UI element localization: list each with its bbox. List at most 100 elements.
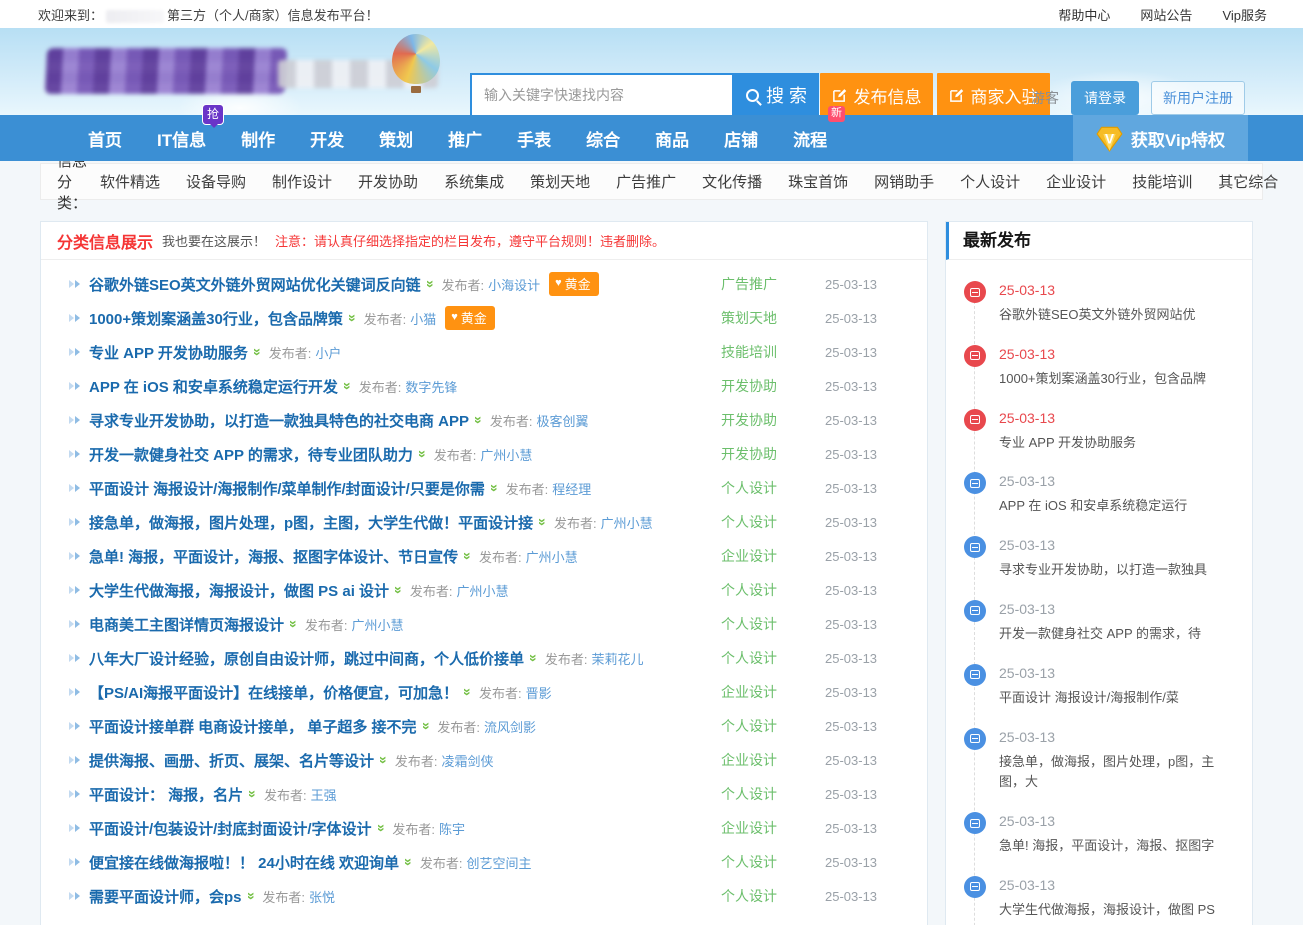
listing-title-link[interactable]: 开发一款健身社交 APP 的需求，待专业团队助力 xyxy=(89,444,413,465)
nav-item[interactable]: 策划 xyxy=(379,126,413,151)
search-input[interactable] xyxy=(470,73,734,117)
site-logo-censored[interactable] xyxy=(46,40,446,100)
category-item[interactable]: 网销助手 xyxy=(874,171,934,192)
topbar-link[interactable]: Vip服务 xyxy=(1222,5,1267,24)
category-item[interactable]: 企业设计 xyxy=(1046,171,1106,192)
category-item[interactable]: 软件精选 xyxy=(100,171,160,192)
category-link[interactable]: 技能培训 xyxy=(721,342,825,362)
latest-item[interactable]: 25-03-13 专业 APP 开发协助服务 xyxy=(964,408,1238,454)
listing-row[interactable]: 开发一款健身社交 APP 的需求，待专业团队助力 发布者: 广州小慧 开发协助 … xyxy=(41,437,927,471)
publisher-link[interactable]: 创艺空间主 xyxy=(466,853,531,872)
listing-title-link[interactable]: 便宜接在线做海报啦！！ 24小时在线 欢迎询单 xyxy=(89,852,399,873)
listing-title-link[interactable]: 八年大厂设计经验，原创自由设计师，跳过中间商，个人低价接单 xyxy=(89,648,524,669)
nav-item[interactable]: 手表 xyxy=(517,126,551,151)
listing-title-link[interactable]: 专业 APP 开发协助服务 xyxy=(89,342,248,363)
listing-row[interactable]: 提供海报、画册、折页、展架、名片等设计 发布者: 凌霜剑侠 企业设计 25-03… xyxy=(41,743,927,777)
category-link[interactable]: 企业设计 xyxy=(721,818,825,838)
listing-row[interactable]: 平面设计： 海报，名片 发布者: 王强 个人设计 25-03-13 xyxy=(41,777,927,811)
publisher-link[interactable]: 数字先锋 xyxy=(405,377,457,396)
listing-row[interactable]: 电商美工主图详情页海报设计 发布者: 广州小慧 个人设计 25-03-13 xyxy=(41,607,927,641)
category-item[interactable]: 珠宝首饰 xyxy=(788,171,848,192)
listing-title-link[interactable]: APP 在 iOS 和安卓系统稳定运行开发 xyxy=(89,376,338,397)
nav-item[interactable]: 首页 xyxy=(88,126,122,151)
category-link[interactable]: 广告推广 xyxy=(721,274,825,294)
category-item[interactable]: 文化传播 xyxy=(702,171,762,192)
search-button[interactable]: 搜 索 xyxy=(734,73,819,117)
publisher-link[interactable]: 晋影 xyxy=(526,683,552,702)
latest-item[interactable]: 25-03-13 平面设计 海报设计/海报制作/菜 xyxy=(964,663,1238,709)
latest-item-text[interactable]: 开发一款健身社交 APP 的需求，待 xyxy=(999,624,1238,645)
latest-item-text[interactable]: 大学生代做海报，海报设计，做图 PS xyxy=(999,900,1238,921)
category-item[interactable]: 设备导购 xyxy=(186,171,246,192)
publisher-link[interactable]: 广州小慧 xyxy=(480,445,532,464)
nav-item[interactable]: 制作 xyxy=(241,126,275,151)
latest-item-text[interactable]: APP 在 iOS 和安卓系统稳定运行 xyxy=(999,496,1238,517)
listing-title-link[interactable]: 需要平面设计师，会ps xyxy=(89,886,242,907)
nav-item[interactable]: IT信息 xyxy=(157,126,206,151)
latest-item[interactable]: 25-03-13 寻求专业开发协助，以打造一款独具 xyxy=(964,535,1238,581)
category-link[interactable]: 个人设计 xyxy=(721,478,825,498)
latest-item-text[interactable]: 专业 APP 开发协助服务 xyxy=(999,433,1238,454)
publisher-link[interactable]: 广州小慧 xyxy=(526,547,578,566)
listing-title-link[interactable]: 平面设计/包装设计/封底封面设计/字体设计 xyxy=(89,818,372,839)
listing-title-link[interactable]: 寻求专业开发协助，以打造一款独具特色的社交电商 APP xyxy=(89,410,469,431)
latest-item[interactable]: 25-03-13 开发一款健身社交 APP 的需求，待 xyxy=(964,599,1238,645)
latest-item-text[interactable]: 谷歌外链SEO英文外链外贸网站优 xyxy=(999,305,1238,326)
category-item[interactable]: 个人设计 xyxy=(960,171,1020,192)
listing-title-link[interactable]: 提供海报、画册、折页、展架、名片等设计 xyxy=(89,750,374,771)
nav-item[interactable]: 综合 xyxy=(586,126,620,151)
category-link[interactable]: 个人设计 xyxy=(721,886,825,906)
topbar-link[interactable]: 网站公告 xyxy=(1140,5,1192,24)
latest-item[interactable]: 25-03-13 APP 在 iOS 和安卓系统稳定运行 xyxy=(964,471,1238,517)
category-link[interactable]: 企业设计 xyxy=(721,682,825,702)
category-item[interactable]: 策划天地 xyxy=(530,171,590,192)
nav-item[interactable]: 推广 xyxy=(448,126,482,151)
category-item[interactable]: 其它综合 xyxy=(1218,171,1278,192)
nav-item[interactable]: 商品 xyxy=(655,126,689,151)
latest-item-text[interactable]: 接急单，做海报，图片处理，p图，主图，大 xyxy=(999,752,1238,794)
listing-row[interactable]: 大学生代做海报，海报设计，做图 PS ai 设计 发布者: 广州小慧 个人设计 … xyxy=(41,573,927,607)
listing-row[interactable]: 八年大厂设计经验，原创自由设计师，跳过中间商，个人低价接单 发布者: 茉莉花儿 … xyxy=(41,641,927,675)
category-link[interactable]: 策划天地 xyxy=(721,308,825,328)
category-link[interactable]: 开发协助 xyxy=(721,444,825,464)
category-item[interactable]: 制作设计 xyxy=(272,171,332,192)
category-item[interactable]: 开发协助 xyxy=(358,171,418,192)
nav-item[interactable]: 开发 xyxy=(310,126,344,151)
category-link[interactable]: 个人设计 xyxy=(721,512,825,532)
publisher-link[interactable]: 陈宇 xyxy=(439,819,465,838)
category-link[interactable]: 个人设计 xyxy=(721,614,825,634)
listing-title-link[interactable]: 【PS/AI海报平面设计】在线接单，价格便宜，可加急！ xyxy=(89,682,458,703)
nav-item[interactable]: 流程 xyxy=(793,126,827,151)
category-link[interactable]: 企业设计 xyxy=(721,546,825,566)
category-item[interactable]: 技能培训 xyxy=(1132,171,1192,192)
listing-title-link[interactable]: 电商美工主图详情页海报设计 xyxy=(89,614,284,635)
category-link[interactable]: 个人设计 xyxy=(721,784,825,804)
listing-row[interactable]: 专业 APP 开发协助服务 发布者: 小户 技能培训 25-03-13 xyxy=(41,335,927,369)
publisher-link[interactable]: 广州小慧 xyxy=(351,615,403,634)
publisher-link[interactable]: 凌霜剑侠 xyxy=(441,751,493,770)
category-item[interactable]: 系统集成 xyxy=(444,171,504,192)
nav-item[interactable]: 店铺 xyxy=(724,126,758,151)
latest-item[interactable]: 25-03-13 谷歌外链SEO英文外链外贸网站优 xyxy=(964,280,1238,326)
latest-item-text[interactable]: 寻求专业开发协助，以打造一款独具 xyxy=(999,560,1238,581)
topbar-link[interactable]: 帮助中心 xyxy=(1058,5,1110,24)
category-link[interactable]: 企业设计 xyxy=(721,750,825,770)
listing-row[interactable]: 寻求专业开发协助，以打造一款独具特色的社交电商 APP 发布者: 极客创翼 开发… xyxy=(41,403,927,437)
latest-item-text[interactable]: 急单! 海报，平面设计，海报、抠图字 xyxy=(999,836,1238,857)
latest-item[interactable]: 25-03-13 急单! 海报，平面设计，海报、抠图字 xyxy=(964,811,1238,857)
listing-row[interactable]: 谷歌外链SEO英文外链外贸网站优化关键词反向链 发布者: 小海设计 黄金 广告推… xyxy=(41,267,927,301)
latest-item[interactable]: 25-03-13 1000+策划案涵盖30行业，包含品牌 xyxy=(964,344,1238,390)
category-link[interactable]: 个人设计 xyxy=(721,852,825,872)
publisher-link[interactable]: 小海设计 xyxy=(488,275,540,294)
listing-row[interactable]: APP 在 iOS 和安卓系统稳定运行开发 发布者: 数字先锋 开发协助 25-… xyxy=(41,369,927,403)
publisher-link[interactable]: 广州小慧 xyxy=(601,513,653,532)
category-link[interactable]: 个人设计 xyxy=(721,580,825,600)
vip-privilege-button[interactable]: V 获取Vip特权 xyxy=(1073,115,1248,161)
publisher-link[interactable]: 张悦 xyxy=(309,887,335,906)
publisher-link[interactable]: 小猫 xyxy=(410,309,436,328)
listing-subtitle[interactable]: 我也要在这展示！ xyxy=(162,231,266,250)
publisher-link[interactable]: 小户 xyxy=(315,343,341,362)
latest-item[interactable]: 25-03-13 接急单，做海报，图片处理，p图，主图，大 xyxy=(964,727,1238,794)
publisher-link[interactable]: 流风剑影 xyxy=(484,717,536,736)
publisher-link[interactable]: 王强 xyxy=(311,785,337,804)
